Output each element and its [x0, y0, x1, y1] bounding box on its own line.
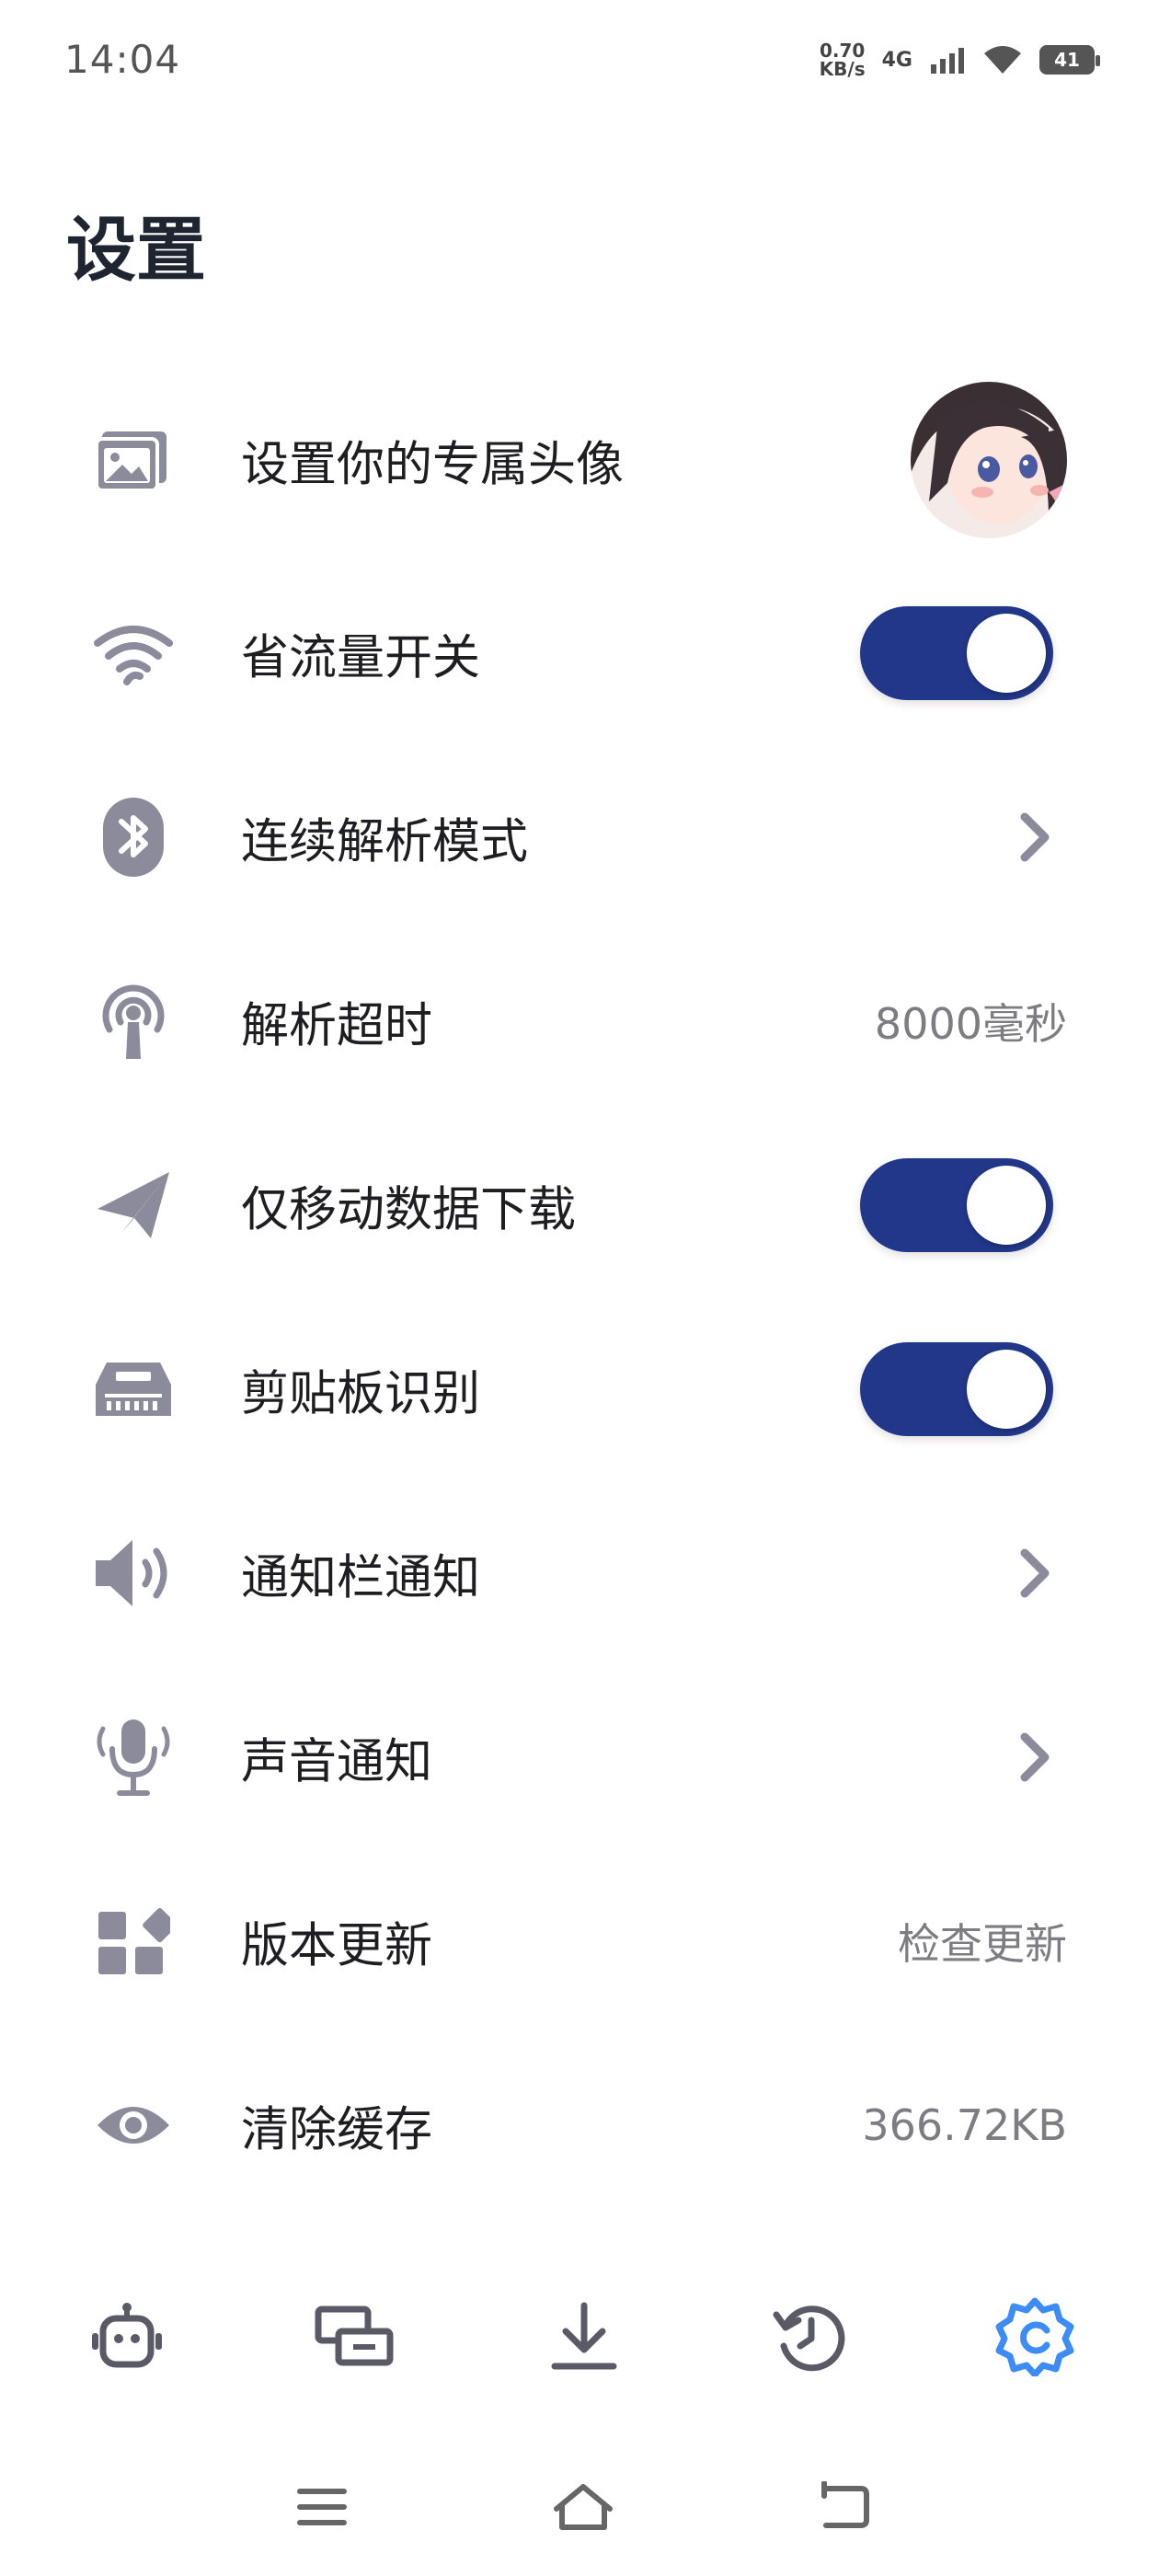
setting-label: 声音通知 — [241, 1734, 433, 1790]
status-time: 14:04 — [64, 37, 181, 82]
setting-row-continuous-parse[interactable]: 连续解析模式 — [0, 745, 1159, 929]
image-icon — [92, 419, 175, 501]
system-nav — [0, 2447, 1159, 2576]
setting-label: 解析超时 — [241, 998, 433, 1054]
settings-icon — [995, 2297, 1074, 2376]
system-back-button[interactable] — [808, 2475, 881, 2539]
speaker-icon — [92, 1532, 175, 1615]
chevron-right-icon — [1020, 1548, 1050, 1598]
network-speed: 0.70 KB/s — [820, 41, 866, 78]
memory-icon — [92, 1348, 175, 1431]
setting-value: 366.72KB — [862, 2100, 1067, 2150]
battery-level: 41 — [1054, 49, 1080, 71]
toggle-knob — [967, 1166, 1046, 1245]
microphone-icon — [92, 1716, 175, 1799]
clipboard-toggle[interactable] — [860, 1342, 1053, 1436]
robot-icon — [92, 2303, 162, 2368]
setting-label: 清除缓存 — [241, 2102, 433, 2158]
cards-icon — [315, 2306, 394, 2366]
mobile-data-download-toggle[interactable] — [860, 1158, 1053, 1252]
bottom-nav — [0, 2272, 1159, 2401]
wifi-status-icon — [984, 46, 1021, 74]
setting-row-sound-notification[interactable]: 声音通知 — [0, 1665, 1159, 1849]
nav-cards[interactable] — [308, 2291, 400, 2383]
system-home-button[interactable] — [546, 2475, 620, 2539]
antenna-icon — [92, 980, 175, 1063]
chevron-right-icon — [1020, 1732, 1050, 1782]
setting-row-parse-timeout[interactable]: 解析超时 8000毫秒 — [0, 929, 1159, 1113]
menu-icon — [297, 2489, 347, 2525]
status-bar: 14:04 0.70 KB/s 4G 41 — [0, 0, 1159, 120]
bluetooth-icon — [92, 796, 175, 879]
settings-list: 设置你的专属头像 省流量开关 连续解析模式 解析超时 8000毫秒 仅移动数据下… — [0, 359, 1159, 2217]
avatar[interactable] — [911, 382, 1067, 538]
nav-settings[interactable] — [989, 2291, 1081, 2383]
paper-plane-icon — [92, 1164, 175, 1247]
network-speed-unit: KB/s — [819, 58, 866, 80]
data-saver-toggle[interactable] — [860, 606, 1053, 700]
nav-download[interactable] — [538, 2291, 630, 2383]
toggle-knob — [967, 1350, 1046, 1429]
setting-label: 连续解析模式 — [241, 814, 529, 870]
setting-row-notification-bar[interactable]: 通知栏通知 — [0, 1481, 1159, 1665]
setting-label: 通知栏通知 — [241, 1550, 481, 1606]
battery-indicator: 41 — [1039, 45, 1100, 75]
history-icon — [773, 2306, 845, 2372]
system-menu-button[interactable] — [285, 2475, 359, 2539]
status-icons: 0.70 KB/s 4G 41 — [820, 37, 1100, 83]
page-title: 设置 — [66, 209, 206, 291]
back-icon — [821, 2481, 869, 2528]
setting-row-data-saver[interactable]: 省流量开关 — [0, 561, 1159, 745]
setting-row-mobile-data-download[interactable]: 仅移动数据下载 — [0, 1113, 1159, 1297]
setting-row-avatar[interactable]: 设置你的专属头像 — [0, 359, 1159, 561]
setting-label: 仅移动数据下载 — [241, 1182, 577, 1238]
nav-history[interactable] — [765, 2291, 857, 2383]
network-speed-value: 0.70 — [819, 40, 866, 62]
chevron-right-icon — [1020, 812, 1050, 862]
network-type: 4G — [881, 48, 912, 72]
signal-icon — [931, 48, 964, 74]
setting-row-version-update[interactable]: 版本更新 检查更新 — [0, 1849, 1159, 2033]
eye-icon — [92, 2084, 175, 2167]
setting-value: 检查更新 — [898, 1919, 1067, 1969]
wifi-icon — [92, 612, 175, 695]
apps-icon — [92, 1900, 175, 1983]
setting-row-clear-cache[interactable]: 清除缓存 366.72KB — [0, 2033, 1159, 2217]
home-icon — [554, 2484, 613, 2530]
setting-label: 版本更新 — [241, 1918, 433, 1974]
setting-label: 省流量开关 — [241, 630, 481, 686]
setting-label: 剪贴板识别 — [241, 1366, 481, 1422]
download-icon — [551, 2302, 617, 2370]
setting-row-clipboard[interactable]: 剪贴板识别 — [0, 1297, 1159, 1481]
setting-value: 8000毫秒 — [874, 999, 1067, 1049]
setting-label: 设置你的专属头像 — [241, 437, 625, 493]
nav-robot[interactable] — [81, 2291, 173, 2383]
toggle-knob — [967, 614, 1046, 693]
